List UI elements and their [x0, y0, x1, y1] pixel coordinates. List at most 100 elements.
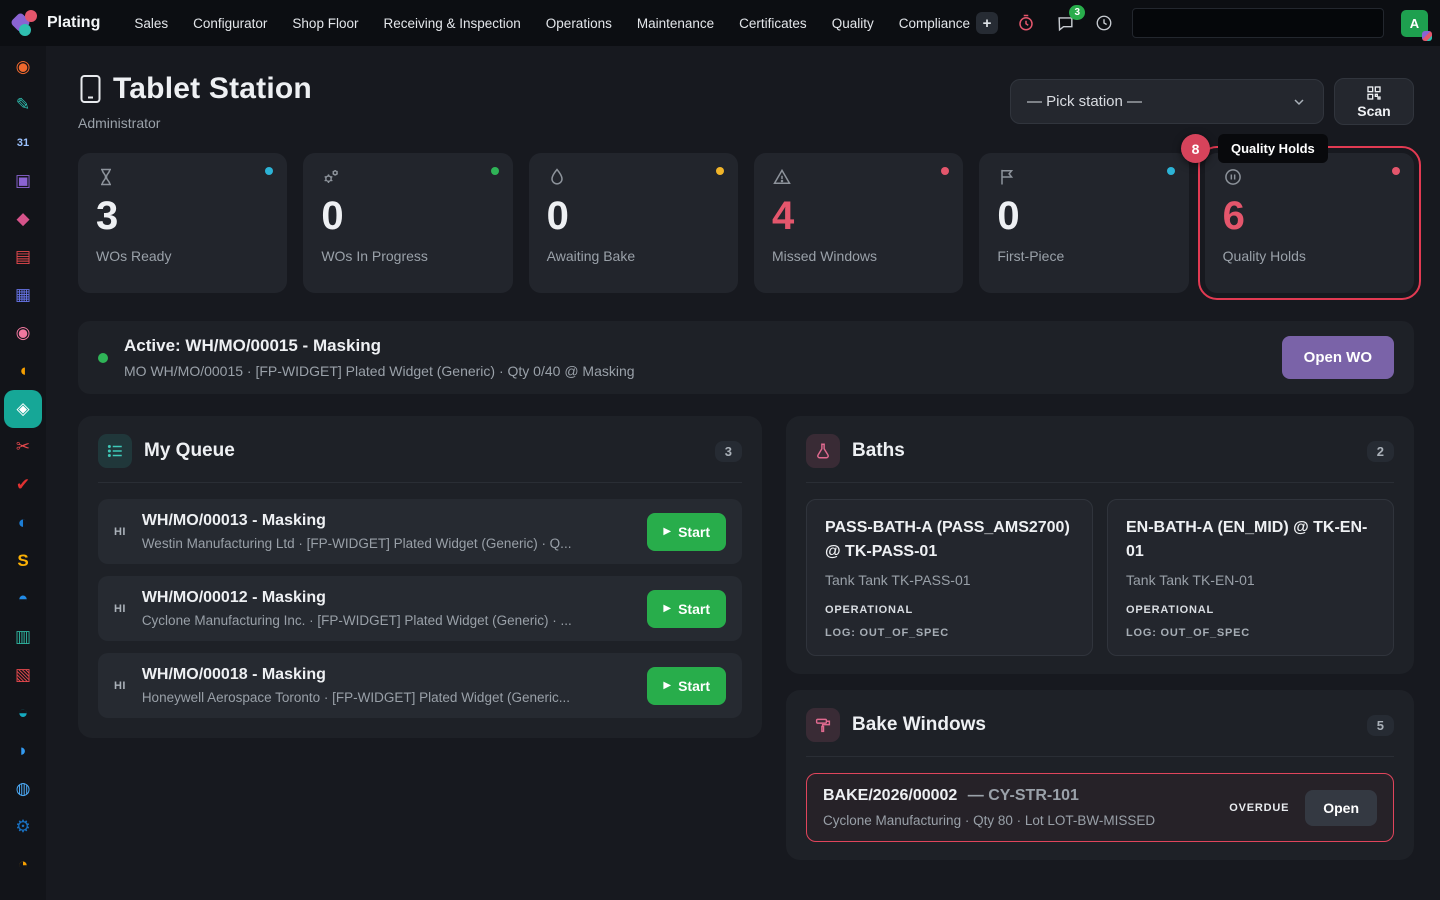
page-header: Tablet Station Administrator — Pick stat…	[78, 72, 1414, 131]
menu-item-compliance[interactable]: Compliance	[899, 16, 970, 31]
chat-icon[interactable]: 3	[1054, 12, 1076, 34]
start-button[interactable]: ▶ Start	[647, 667, 726, 705]
app-icon-globe[interactable]: ◐	[4, 504, 42, 542]
stat-card-quality-holds[interactable]: 6 Quality Holds	[1205, 153, 1414, 293]
stat-card-awaiting-bake[interactable]: 0 Awaiting Bake	[529, 153, 738, 293]
app-brand[interactable]: Plating	[12, 10, 100, 36]
menu-item-receiving-inspection[interactable]: Receiving & Inspection	[383, 16, 520, 31]
flag-icon	[997, 167, 1170, 187]
baths-panel-title: Baths	[852, 440, 905, 462]
bath-card[interactable]: EN-BATH-A (EN_MID) @ TK-EN-01 Tank Tank …	[1107, 499, 1394, 656]
priority-badge: HI	[114, 603, 126, 615]
app-icon-apps[interactable]: ▦	[4, 276, 42, 314]
app-icon-disc[interactable]: ◓	[4, 580, 42, 618]
app-icon-contacts[interactable]: ▣	[4, 162, 42, 200]
app-icon-cube[interactable]: ▧	[4, 656, 42, 694]
my-queue-panel: My Queue 3 HI WH/MO/00013 - Masking West…	[78, 416, 762, 738]
baths-count-badge: 2	[1367, 441, 1394, 462]
main-menu: Sales Configurator Shop Floor Receiving …	[134, 16, 970, 31]
gears-icon	[321, 167, 494, 187]
bath-status: OPERATIONAL	[825, 604, 1074, 616]
app-icon-crm[interactable]: ◉	[4, 48, 42, 86]
qr-scan-icon	[1366, 85, 1382, 101]
app-icon-reporting[interactable]: ▤	[4, 238, 42, 276]
menu-item-configurator[interactable]: Configurator	[193, 16, 267, 31]
queue-item-subtitle: Westin Manufacturing Ltd · [FP-WIDGET] P…	[142, 536, 572, 551]
clock-icon[interactable]	[1093, 12, 1115, 34]
queue-panel-title: My Queue	[144, 440, 235, 462]
stat-value: 3	[96, 193, 269, 239]
bake-code: BAKE/2026/00002	[823, 787, 957, 804]
app-icon-pie[interactable]: ◖	[4, 352, 42, 390]
app-icon-map[interactable]: ◉	[4, 314, 42, 352]
menu-item-operations[interactable]: Operations	[546, 16, 612, 31]
play-icon: ▶	[663, 680, 671, 691]
bath-card[interactable]: PASS-BATH-A (PASS_AMS2700) @ TK-PASS-01 …	[806, 499, 1093, 656]
menu-item-sales[interactable]: Sales	[134, 16, 168, 31]
queue-item-subtitle: Honeywell Aerospace Toronto · [FP-WIDGET…	[142, 690, 570, 705]
bath-status: OPERATIONAL	[1126, 604, 1375, 616]
stat-card-missed-windows[interactable]: 4 Missed Windows	[754, 153, 963, 293]
queue-item-title: WH/MO/00013 - Masking	[142, 512, 572, 530]
activity-timer-icon[interactable]	[1015, 12, 1037, 34]
menu-item-shop-floor[interactable]: Shop Floor	[292, 16, 358, 31]
app-icon-misc[interactable]: ◔	[4, 846, 42, 884]
scan-button[interactable]: Scan	[1334, 78, 1414, 125]
bath-log: LOG: OUT_OF_SPEC	[825, 627, 1074, 639]
stat-card-first-piece[interactable]: 0 First-Piece	[979, 153, 1188, 293]
navbar-search-input[interactable]	[1132, 8, 1384, 38]
bake-subtitle: Cyclone Manufacturing · Qty 80 · Lot LOT…	[823, 813, 1155, 828]
hourglass-icon	[96, 167, 269, 187]
plus-button[interactable]: +	[976, 12, 998, 34]
app-icon-settings[interactable]: ⚙	[4, 808, 42, 846]
status-dot	[716, 167, 724, 175]
bake-window-row: BAKE/2026/00002 — CY-STR-101 Cyclone Man…	[806, 773, 1394, 842]
navbar-systray: + 3 A	[976, 8, 1428, 38]
stat-label: WOs Ready	[96, 248, 269, 264]
app-icon-inventory[interactable]: ▥	[4, 618, 42, 656]
open-bake-button[interactable]: Open	[1305, 790, 1377, 826]
menu-item-maintenance[interactable]: Maintenance	[637, 16, 714, 31]
start-button[interactable]: ▶ Start	[647, 590, 726, 628]
avatar-company-icon	[1422, 31, 1432, 41]
stat-card-wos-ready[interactable]: 3 WOs Ready	[78, 153, 287, 293]
app-icon-notes[interactable]: ✎	[4, 86, 42, 124]
app-icon-plating-active[interactable]: ◈	[4, 390, 42, 428]
bath-title: EN-BATH-A (EN_MID) @ TK-EN-01	[1126, 516, 1375, 564]
annotation-step-badge: 8	[1181, 134, 1210, 163]
annotation-tooltip: Quality Holds	[1218, 134, 1328, 163]
pause-icon	[1223, 167, 1396, 187]
app-icon-tools[interactable]: ✂	[4, 428, 42, 466]
app-icon-social[interactable]: ◗	[4, 732, 42, 770]
scan-button-label: Scan	[1357, 103, 1390, 119]
app-icon-calendar[interactable]: 31	[4, 124, 42, 162]
start-button[interactable]: ▶ Start	[647, 513, 726, 551]
stat-label: Quality Holds	[1223, 248, 1396, 264]
menu-item-certificates[interactable]: Certificates	[739, 16, 807, 31]
bath-log: LOG: OUT_OF_SPEC	[1126, 627, 1375, 639]
droplet-icon	[547, 167, 720, 187]
app-icon-analytics[interactable]: ◒	[4, 694, 42, 732]
app-icon-drops[interactable]: ◍	[4, 770, 42, 808]
chat-badge: 3	[1069, 5, 1085, 20]
stat-value: 0	[547, 193, 720, 239]
avatar[interactable]: A	[1401, 10, 1428, 37]
play-icon: ▶	[663, 526, 671, 537]
baths-panel: Baths 2 PASS-BATH-A (PASS_AMS2700) @ TK-…	[786, 416, 1414, 674]
menu-item-quality[interactable]: Quality	[832, 16, 874, 31]
app-logo-icon	[12, 10, 38, 36]
app-icon-dashboards[interactable]: ◆	[4, 200, 42, 238]
station-picker-dropdown[interactable]: — Pick station —	[1010, 79, 1324, 124]
queue-row: HI WH/MO/00018 - Masking Honeywell Aeros…	[98, 653, 742, 718]
page-subtitle: Administrator	[78, 115, 312, 131]
app-icon-studio[interactable]: S	[4, 542, 42, 580]
queue-count-badge: 3	[715, 441, 742, 462]
open-wo-button[interactable]: Open WO	[1282, 336, 1394, 379]
app-icon-quality-check[interactable]: ✔	[4, 466, 42, 504]
chevron-down-icon	[1291, 94, 1307, 110]
bake-count-badge: 5	[1367, 715, 1394, 736]
play-icon: ▶	[663, 603, 671, 614]
bath-subtitle: Tank Tank TK-PASS-01	[825, 572, 1074, 588]
queue-row: HI WH/MO/00012 - Masking Cyclone Manufac…	[98, 576, 742, 641]
stat-card-wos-in-progress[interactable]: 0 WOs In Progress	[303, 153, 512, 293]
